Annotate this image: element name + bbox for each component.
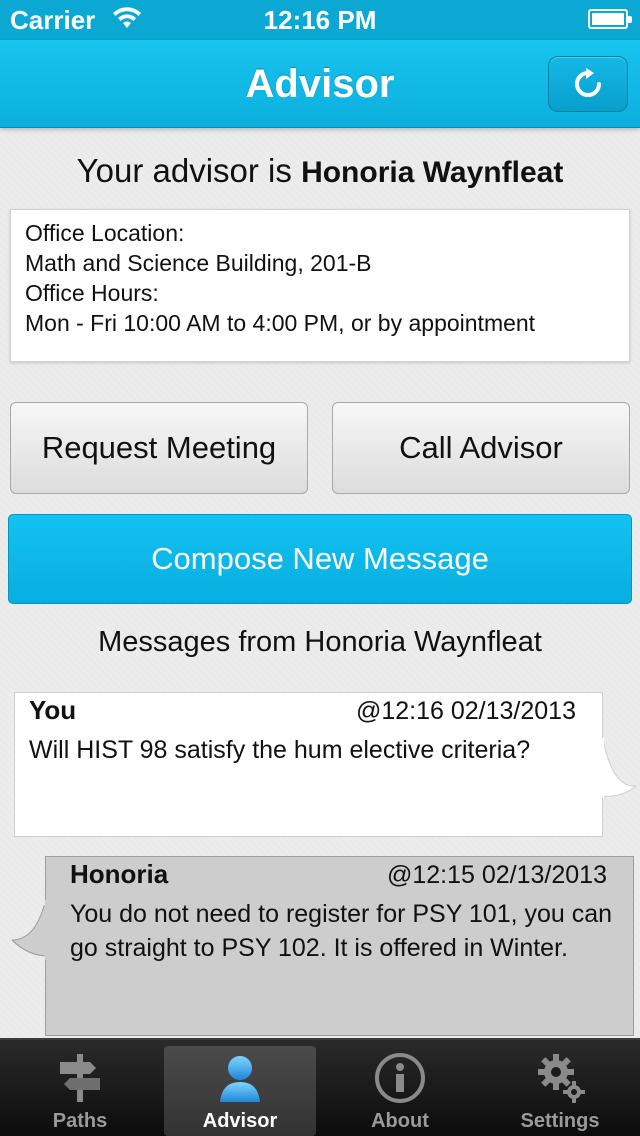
tab-label: Paths bbox=[52, 1110, 108, 1132]
info-icon bbox=[375, 1053, 425, 1103]
tab-label: Advisor bbox=[202, 1110, 278, 1132]
tab-paths[interactable]: Paths bbox=[4, 1046, 156, 1136]
tab-about[interactable]: About bbox=[324, 1046, 476, 1136]
nav-title: Advisor bbox=[245, 62, 395, 106]
message-sender: You bbox=[29, 695, 77, 725]
office-location-label: Office Location: bbox=[25, 220, 185, 246]
messages-heading: Messages from Honoria Waynfleat bbox=[98, 626, 542, 658]
tab-bar: Paths Advisor About Settings bbox=[0, 1038, 640, 1136]
message-body: Will HIST 98 satisfy the hum elective cr… bbox=[29, 736, 531, 764]
tab-settings[interactable]: Settings bbox=[484, 1046, 636, 1136]
person-icon bbox=[220, 1056, 260, 1102]
office-location: Math and Science Building, 201-B bbox=[25, 250, 372, 276]
advisor-name: Honoria Waynfleat bbox=[301, 156, 564, 189]
request-meeting-button[interactable]: Request Meeting bbox=[10, 402, 308, 494]
message-timestamp: @12:16 02/13/2013 bbox=[355, 697, 576, 725]
bubble-tail-icon bbox=[12, 900, 48, 960]
signpost-icon bbox=[60, 1054, 100, 1102]
office-hours: Mon - Fri 10:00 AM to 4:00 PM, or by app… bbox=[25, 310, 536, 336]
message-incoming: Honoria @12:15 02/13/2013 You do not nee… bbox=[45, 856, 634, 1036]
advisor-heading: Your advisor is Honoria Waynfleat bbox=[0, 152, 640, 190]
compose-message-button[interactable]: Compose New Message bbox=[8, 514, 632, 604]
refresh-button[interactable] bbox=[548, 56, 628, 112]
office-info-box: Office Location: Math and Science Buildi… bbox=[10, 209, 630, 362]
message-body: You do not need to register for PSY 101,… bbox=[70, 900, 613, 962]
gear-icon bbox=[538, 1054, 585, 1103]
tab-label: About bbox=[371, 1110, 429, 1132]
advisor-prefix: Your advisor is bbox=[76, 152, 292, 189]
office-hours-label: Office Hours: bbox=[25, 280, 159, 306]
message-timestamp: @12:15 02/13/2013 bbox=[386, 861, 607, 889]
bubble-tail-icon bbox=[600, 738, 636, 798]
status-bar: Carrier 12:16 PM bbox=[0, 0, 640, 40]
message-outgoing: You @12:16 02/13/2013 Will HIST 98 satis… bbox=[14, 692, 603, 837]
navigation-bar: Advisor bbox=[0, 40, 640, 128]
status-time: 12:16 PM bbox=[263, 5, 377, 35]
tab-advisor[interactable]: Advisor bbox=[164, 1046, 316, 1136]
message-sender: Honoria bbox=[70, 859, 169, 889]
battery-icon bbox=[588, 9, 632, 29]
call-advisor-button[interactable]: Call Advisor bbox=[332, 402, 630, 494]
refresh-icon bbox=[575, 68, 601, 97]
tab-label: Settings bbox=[520, 1110, 600, 1132]
